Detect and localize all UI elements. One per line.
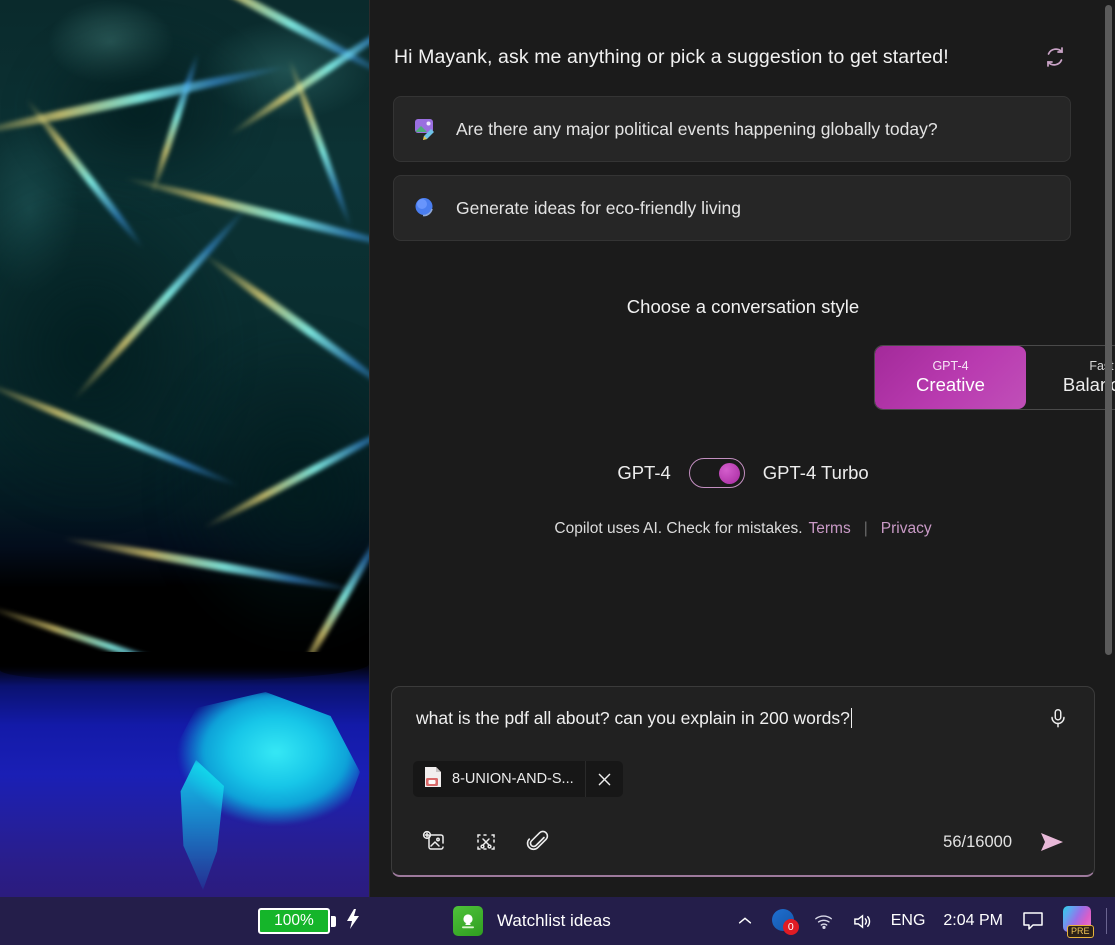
suggestion-item-0[interactable]: Are there any major political events hap… xyxy=(393,96,1071,162)
screen: Hi Mayank, ask me anything or pick a sug… xyxy=(0,0,1115,945)
conversation-style-selector: GPT-4 Creative Fast Balanced GPT-4 Preci… xyxy=(874,345,1115,410)
taskbar-left: 100% xyxy=(0,908,361,935)
attachment-close-icon[interactable] xyxy=(584,761,623,797)
greeting-text: Hi Mayank, ask me anything or pick a sug… xyxy=(394,45,949,68)
composer-tools: 56/16000 xyxy=(392,809,1094,875)
image-edit-icon xyxy=(412,116,438,142)
wallpaper-water-surface xyxy=(0,0,369,700)
suggestion-item-1[interactable]: Generate ideas for eco-friendly living xyxy=(393,175,1071,241)
language-indicator[interactable]: ENG xyxy=(882,897,935,945)
battery-percent: 100% xyxy=(274,912,314,929)
system-tray: 0 ENG 2:04 PM PRE xyxy=(727,897,1115,945)
chevron-up-icon[interactable] xyxy=(727,897,763,945)
attachment-chip: 8-UNION-AND-S... xyxy=(413,761,623,797)
language-label: ENG xyxy=(890,912,926,929)
watchlist-bulb-icon xyxy=(453,906,483,936)
copilot-panel: Hi Mayank, ask me anything or pick a sug… xyxy=(369,0,1115,897)
paperclip-icon[interactable] xyxy=(517,821,559,863)
clock[interactable]: 2:04 PM xyxy=(934,897,1012,945)
refresh-icon[interactable] xyxy=(1038,40,1072,74)
model-label-left: GPT-4 xyxy=(617,462,671,483)
suggestion-list: Are there any major political events hap… xyxy=(393,96,1071,254)
conversation-style-title: Choose a conversation style xyxy=(626,296,860,317)
speaker-icon[interactable] xyxy=(843,897,882,945)
desktop-wallpaper xyxy=(0,0,369,897)
message-composer: what is the pdf all about? can you expla… xyxy=(391,686,1095,877)
privacy-link[interactable]: Privacy xyxy=(881,520,932,538)
disclaimer-text: Copilot uses AI. Check for mistakes. xyxy=(554,520,803,537)
attachment-filename: 8-UNION-AND-S... xyxy=(452,771,574,787)
wifi-icon[interactable] xyxy=(805,897,843,945)
copilot-tray-icon[interactable]: PRE xyxy=(1054,897,1102,945)
copilot-preview-badge: PRE xyxy=(1067,925,1094,938)
suggestion-label: Generate ideas for eco-friendly living xyxy=(456,197,742,218)
style-option-balanced[interactable]: Fast Balanced xyxy=(1026,346,1115,409)
style-option-creative[interactable]: GPT-4 Creative xyxy=(875,346,1026,409)
toggle-knob xyxy=(718,463,740,484)
disclaimer-row: Copilot uses AI. Check for mistakes. Ter… xyxy=(370,520,1115,538)
clock-time: 2:04 PM xyxy=(943,912,1003,929)
tray-app-icon[interactable]: 0 xyxy=(763,897,805,945)
gpt4-turbo-toggle[interactable] xyxy=(688,458,745,488)
disclaimer-separator: | xyxy=(863,520,868,537)
pdf-file-icon xyxy=(423,766,443,793)
attachment-main[interactable]: 8-UNION-AND-S... xyxy=(413,761,585,797)
style-option-sublabel: GPT-4 xyxy=(932,359,969,373)
terms-link[interactable]: Terms xyxy=(809,520,851,538)
watchlist-label: Watchlist ideas xyxy=(497,911,611,930)
taskbar-app-watchlist[interactable]: Watchlist ideas xyxy=(453,906,611,936)
character-counter: 56/16000 xyxy=(943,832,1012,851)
model-label-right: GPT-4 Turbo xyxy=(762,462,869,483)
tray-divider xyxy=(1106,908,1107,934)
greeting-row: Hi Mayank, ask me anything or pick a sug… xyxy=(394,40,1084,74)
microphone-icon[interactable] xyxy=(1036,696,1080,740)
notification-badge: 0 xyxy=(782,919,799,935)
send-arrow-icon[interactable] xyxy=(1032,822,1072,862)
add-image-icon[interactable] xyxy=(413,821,455,863)
message-input[interactable]: what is the pdf all about? can you expla… xyxy=(392,708,1036,729)
battery-indicator[interactable]: 100% xyxy=(258,908,336,934)
text-caret xyxy=(850,708,853,728)
message-input-value: what is the pdf all about? can you expla… xyxy=(416,707,850,728)
wallpaper-underwater xyxy=(0,652,369,897)
panel-scrollbar[interactable] xyxy=(1105,5,1112,655)
chat-bubble-icon[interactable] xyxy=(1012,897,1054,945)
globe-icon xyxy=(412,195,438,221)
snip-screenshot-icon[interactable] xyxy=(465,821,507,863)
lightning-bolt-icon xyxy=(345,908,361,935)
suggestion-label: Are there any major political events hap… xyxy=(456,118,938,139)
model-toggle-row: GPT-4 GPT-4 Turbo xyxy=(370,458,1115,488)
taskbar: 100% Watchlist ideas 0 ENG 2:04 PM PRE xyxy=(0,897,1115,945)
style-option-label: Creative xyxy=(916,374,985,395)
